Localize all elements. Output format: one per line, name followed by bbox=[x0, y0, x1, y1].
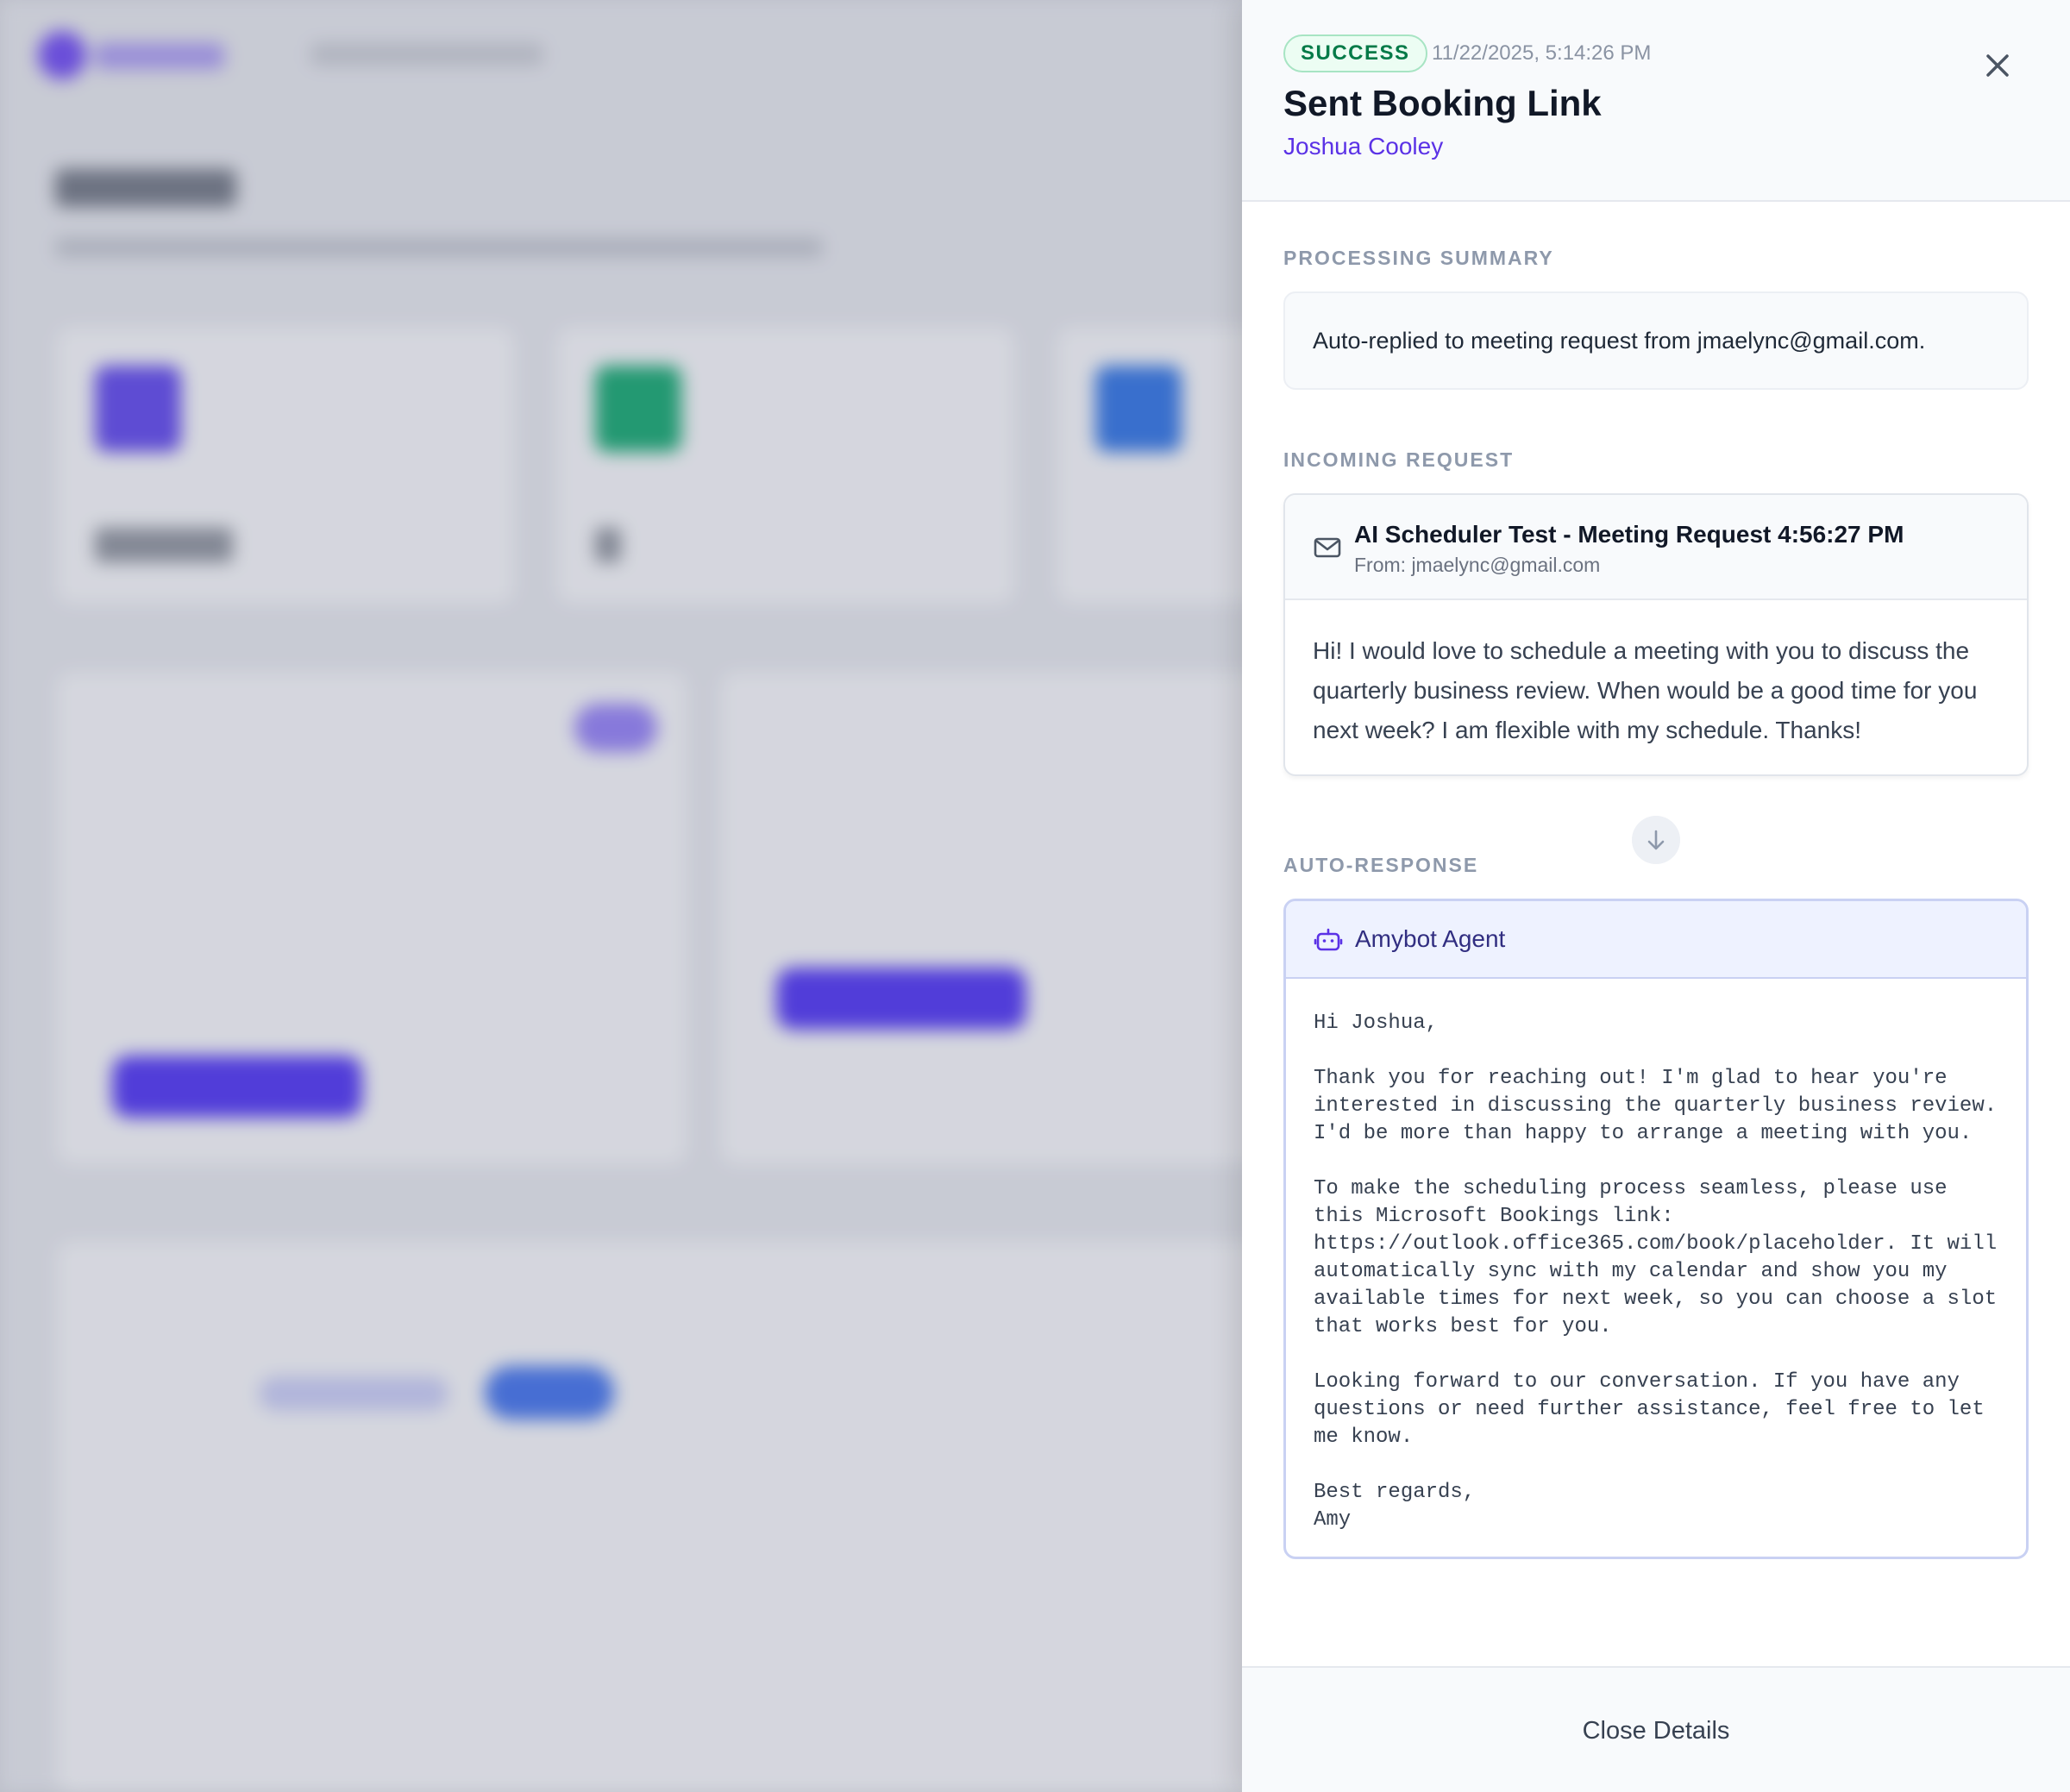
response-card: Amybot Agent Hi Joshua, Thank you for re… bbox=[1283, 899, 2029, 1559]
request-body: Hi! I would love to schedule a meeting w… bbox=[1313, 637, 1978, 743]
timestamp: 11/22/2025, 5:14:26 PM bbox=[1432, 41, 1652, 65]
bot-icon bbox=[1314, 928, 1343, 951]
drawer-title: Sent Booking Link bbox=[1283, 83, 1602, 123]
mail-icon bbox=[1314, 537, 1341, 558]
status-badge: SUCCESS bbox=[1283, 34, 1427, 72]
contact-link[interactable]: Joshua Cooley bbox=[1283, 133, 1443, 160]
agent-name: Amybot Agent bbox=[1355, 925, 1506, 952]
response-body: Hi Joshua, Thank you for reaching out! I… bbox=[1314, 1012, 1998, 1532]
response-section-label: AUTO-RESPONSE bbox=[1283, 854, 1479, 876]
request-section-label: INCOMING REQUEST bbox=[1283, 448, 1515, 471]
close-x-icon[interactable] bbox=[1977, 45, 2018, 86]
request-from: From: jmaelync@gmail.com bbox=[1354, 554, 1601, 576]
request-header: AI Scheduler Test - Meeting Request 4:56… bbox=[1285, 495, 2027, 600]
detail-drawer: SUCCESS 11/22/2025, 5:14:26 PM Sent Book… bbox=[1242, 0, 2070, 1792]
request-subject: AI Scheduler Test - Meeting Request 4:56… bbox=[1354, 521, 1904, 548]
summary-section-label: PROCESSING SUMMARY bbox=[1283, 247, 1554, 269]
summary-text: Auto-replied to meeting request from jma… bbox=[1313, 328, 1926, 354]
response-header: Amybot Agent bbox=[1286, 901, 2026, 979]
drawer-header: SUCCESS 11/22/2025, 5:14:26 PM Sent Book… bbox=[1242, 0, 2070, 202]
summary-box: Auto-replied to meeting request from jma… bbox=[1283, 291, 2029, 390]
close-details-button[interactable]: Close Details bbox=[1242, 1668, 2070, 1792]
arrow-down-icon bbox=[1632, 816, 1680, 864]
drawer-footer: Close Details bbox=[1242, 1666, 2070, 1792]
request-card: AI Scheduler Test - Meeting Request 4:56… bbox=[1283, 493, 2029, 776]
